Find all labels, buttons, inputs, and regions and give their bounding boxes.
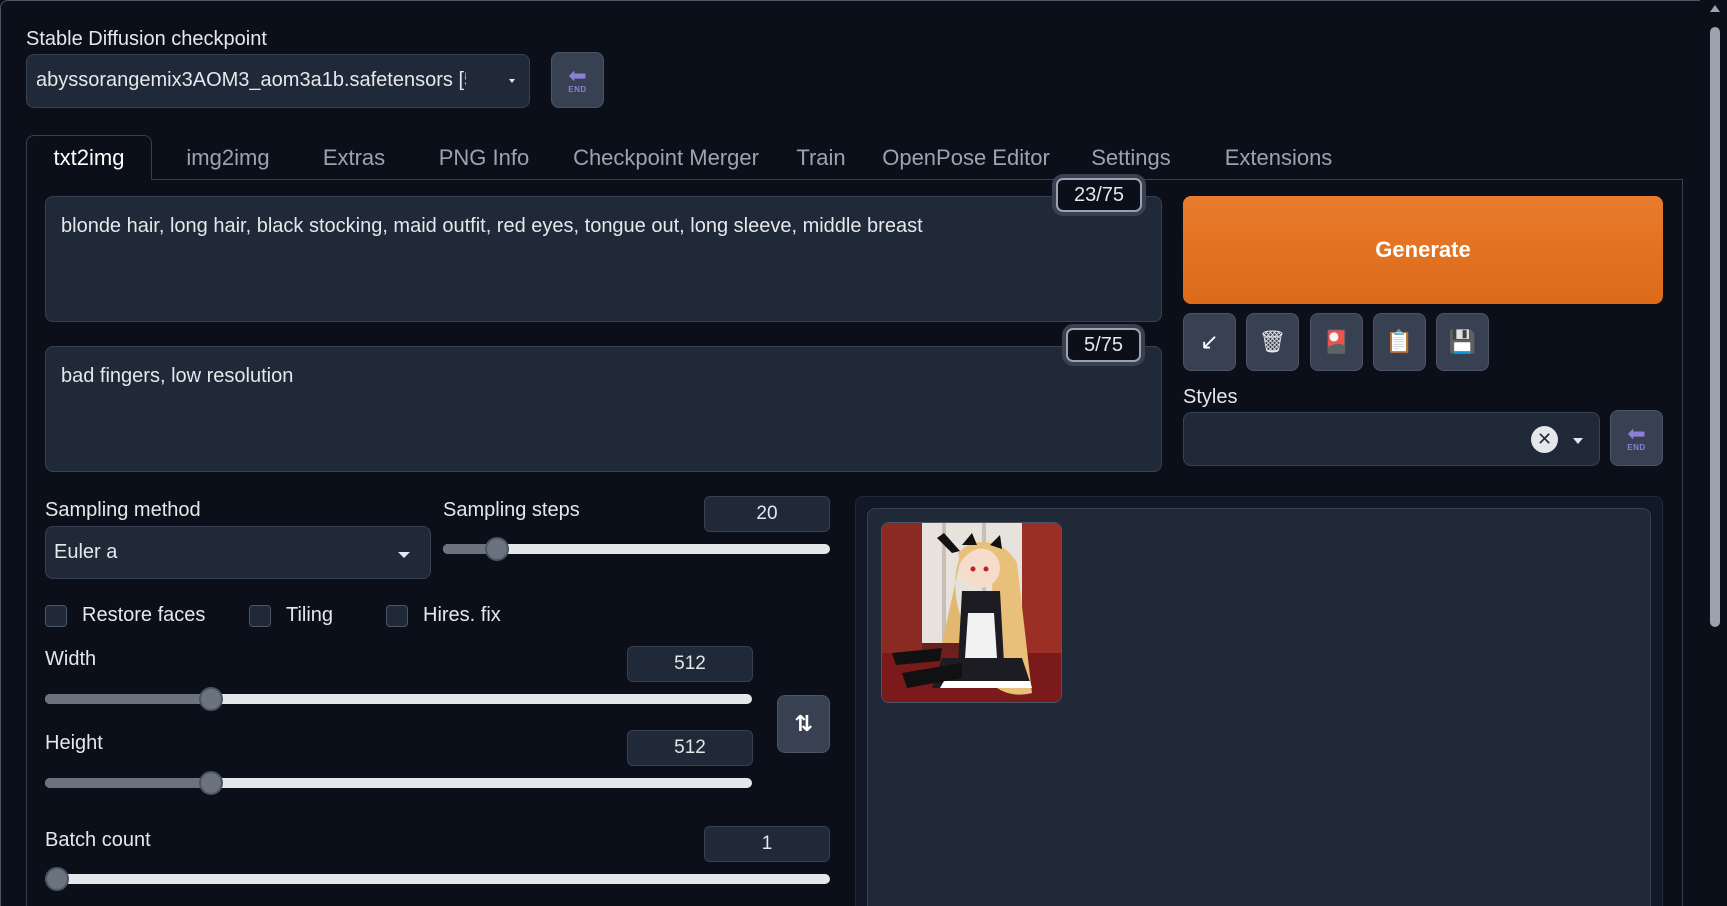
hires-fix-checkbox[interactable]: Hires. fix xyxy=(386,604,501,627)
slider-fill xyxy=(45,778,212,788)
trash-icon: 🗑 xyxy=(1258,329,1287,354)
tab-bar: txt2img img2img Extras PNG Info Checkpoi… xyxy=(26,135,1683,180)
checkpoint-value: abyssorangemix3AOM3_aom3a1b.safetensors … xyxy=(36,69,466,91)
tab-checkpoint-merger[interactable]: Checkpoint Merger xyxy=(566,135,766,180)
slider-thumb[interactable] xyxy=(45,867,69,891)
chevron-down-icon xyxy=(509,79,515,83)
refresh-styles-button[interactable]: ⬅ END xyxy=(1610,410,1663,466)
scroll-up-icon[interactable] xyxy=(1710,5,1720,12)
checkbox-box[interactable] xyxy=(249,604,271,627)
page-scrollbar[interactable] xyxy=(1703,0,1727,906)
generated-image xyxy=(882,523,1061,702)
sampling-steps-slider[interactable] xyxy=(443,537,830,561)
checkpoint-label: Stable Diffusion checkpoint xyxy=(26,28,267,50)
restore-faces-checkbox[interactable]: Restore faces xyxy=(45,604,205,627)
slider-fill xyxy=(45,694,212,704)
save-icon: 💾 xyxy=(1448,329,1477,354)
restore-faces-label: Restore faces xyxy=(82,604,206,626)
swap-dimensions-button[interactable]: ⇅ xyxy=(777,695,830,753)
output-gallery xyxy=(867,508,1651,906)
hires-fix-label: Hires. fix xyxy=(423,604,501,626)
slider-thumb[interactable] xyxy=(199,687,224,711)
height-label: Height xyxy=(45,732,103,754)
generate-button[interactable]: Generate xyxy=(1183,196,1663,304)
tab-train[interactable]: Train xyxy=(787,135,855,180)
swap-icon: ⇅ xyxy=(794,711,813,736)
styles-select[interactable]: ✕ xyxy=(1183,412,1600,466)
batch-count-input[interactable]: 1 xyxy=(704,826,830,862)
width-slider[interactable] xyxy=(45,687,752,711)
sampling-method-label: Sampling method xyxy=(45,499,201,521)
tiling-checkbox[interactable]: Tiling xyxy=(249,604,333,627)
checkbox-box[interactable] xyxy=(45,604,67,627)
sampling-steps-label: Sampling steps xyxy=(443,499,580,521)
app-frame: Stable Diffusion checkpoint abyssorangem… xyxy=(0,0,1700,906)
refresh-checkpoint-button[interactable]: ⬅ END xyxy=(551,52,604,108)
tab-png-info[interactable]: PNG Info xyxy=(421,135,547,180)
scrollbar-thumb[interactable] xyxy=(1710,27,1720,627)
tab-extras[interactable]: Extras xyxy=(308,135,400,180)
styles-label: Styles xyxy=(1183,386,1238,408)
batch-count-label: Batch count xyxy=(45,829,151,851)
batch-count-slider[interactable] xyxy=(45,867,830,891)
tab-img2img[interactable]: img2img xyxy=(168,135,288,180)
prompt-token-counter: 23/75 xyxy=(1056,178,1142,212)
chevron-down-icon xyxy=(1573,438,1583,444)
slider-thumb[interactable] xyxy=(485,537,510,561)
tab-extensions[interactable]: Extensions xyxy=(1206,135,1351,180)
sampling-steps-input[interactable]: 20 xyxy=(704,496,830,532)
sampling-method-value: Euler a xyxy=(54,541,118,563)
extra-networks-button[interactable]: 🎴 xyxy=(1310,313,1363,371)
sampling-method-select[interactable]: Euler a xyxy=(45,526,431,579)
tab-openpose-editor[interactable]: OpenPose Editor xyxy=(876,135,1056,180)
tiling-label: Tiling xyxy=(286,604,334,626)
checkbox-box[interactable] xyxy=(386,604,408,627)
width-label: Width xyxy=(45,648,97,670)
save-style-button[interactable]: 💾 xyxy=(1436,313,1489,371)
tab-txt2img[interactable]: txt2img xyxy=(26,135,152,180)
clear-prompt-button[interactable]: 🗑 xyxy=(1246,313,1299,371)
arrow-icon: ↙ xyxy=(1200,329,1219,354)
clear-icon[interactable]: ✕ xyxy=(1531,426,1558,453)
card-icon: 🎴 xyxy=(1322,329,1351,354)
clipboard-icon: 📋 xyxy=(1385,329,1414,354)
chevron-down-icon xyxy=(398,552,410,558)
checkpoint-select[interactable]: abyssorangemix3AOM3_aom3a1b.safetensors … xyxy=(26,54,530,108)
slider-thumb[interactable] xyxy=(199,771,224,795)
negative-prompt-input[interactable]: bad fingers, low resolution xyxy=(45,346,1162,472)
generated-image-thumbnail[interactable] xyxy=(881,522,1062,703)
height-input[interactable]: 512 xyxy=(627,730,753,766)
end-arrow-icon: ⬅ END xyxy=(568,62,587,94)
negative-prompt-token-counter: 5/75 xyxy=(1066,328,1141,362)
prompt-input[interactable]: blonde hair, long hair, black stocking, … xyxy=(45,196,1162,322)
read-params-button[interactable]: ↙ xyxy=(1183,313,1236,371)
end-arrow-icon: ⬅ END xyxy=(1627,420,1646,452)
negative-prompt-text: bad fingers, low resolution xyxy=(61,365,294,387)
height-slider[interactable] xyxy=(45,771,752,795)
tab-settings[interactable]: Settings xyxy=(1076,135,1186,180)
width-input[interactable]: 512 xyxy=(627,646,753,682)
prompt-text: blonde hair, long hair, black stocking, … xyxy=(61,215,923,237)
apply-style-button[interactable]: 📋 xyxy=(1373,313,1426,371)
